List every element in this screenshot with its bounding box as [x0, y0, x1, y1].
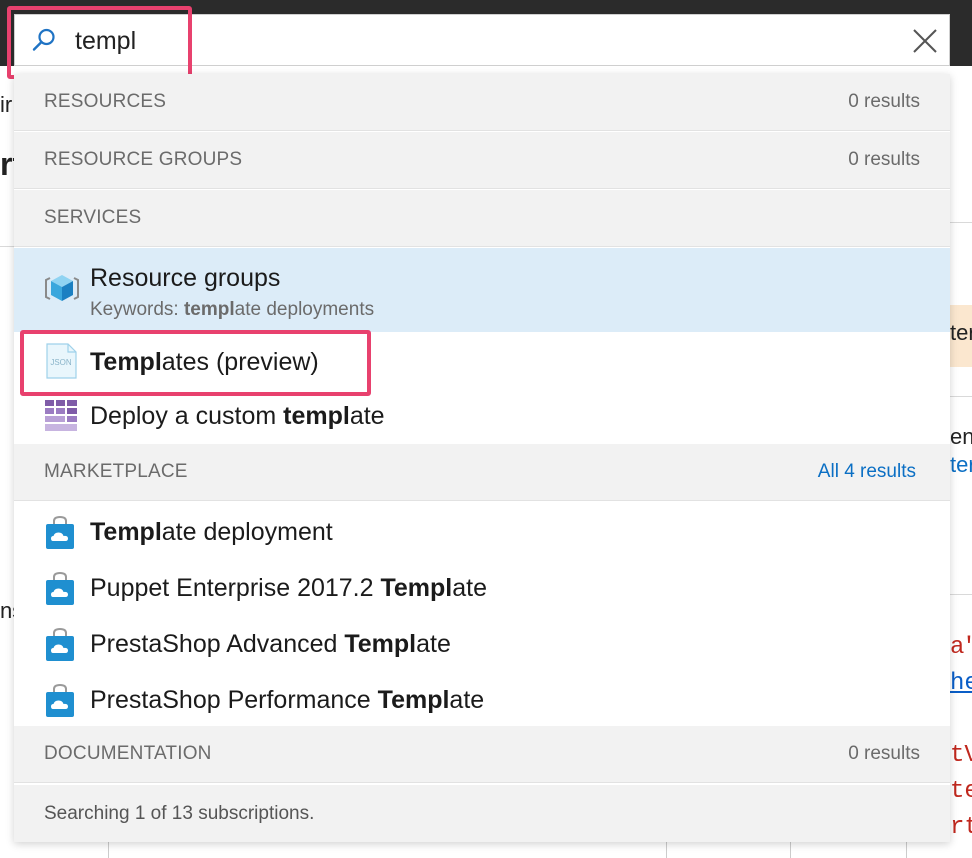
keywords-suffix: ate deployments	[234, 299, 375, 320]
label-match: Templ	[377, 686, 450, 714]
label-match: Templ	[344, 630, 417, 658]
code-fragment: te	[950, 778, 972, 805]
search-results-dropdown: RESOURCES 0 results RESOURCE GROUPS 0 re…	[14, 74, 950, 842]
label-prefix: Puppet Enterprise 2017.2	[90, 574, 381, 602]
marketplace-item[interactable]: Puppet Enterprise 2017.2 Template	[14, 560, 950, 616]
item-label: PrestaShop Performance Template	[90, 686, 484, 715]
background-heading-fragment: rt	[0, 146, 14, 182]
search-status-footer: Searching 1 of 13 subscriptions.	[14, 785, 950, 842]
background-divider	[666, 842, 667, 858]
section-resources: RESOURCES 0 results	[14, 74, 950, 131]
label-suffix: ate	[449, 686, 485, 714]
section-resource-groups: RESOURCE GROUPS 0 results	[14, 132, 950, 189]
close-icon[interactable]	[911, 27, 939, 55]
background-divider	[950, 594, 972, 595]
label-suffix: ate	[452, 574, 488, 602]
label-match: templ	[283, 402, 350, 430]
background-text-fragment: ter	[950, 320, 972, 345]
background-divider	[108, 842, 109, 858]
marketplace-bag-icon	[46, 572, 74, 605]
keywords-match: templ	[183, 299, 235, 320]
label-prefix: PrestaShop Performance	[90, 686, 378, 714]
section-title: RESOURCE GROUPS	[44, 149, 243, 170]
resource-group-cube-icon	[45, 275, 79, 301]
service-item-resource-groups[interactable]: Resource groups Keywords: template deplo…	[14, 248, 950, 332]
service-item-deploy-custom-template[interactable]: Deploy a custom template	[14, 390, 950, 444]
label-prefix: Deploy a custom	[90, 402, 284, 430]
background-text-fragment: en	[950, 424, 972, 449]
section-title: MARKETPLACE	[44, 461, 188, 482]
label-match: Templ	[380, 574, 453, 602]
section-title: SERVICES	[44, 207, 142, 228]
section-documentation: DOCUMENTATION 0 results	[14, 726, 950, 783]
templates-highlight-annotation	[20, 330, 371, 396]
result-count: 0 results	[848, 149, 920, 170]
custom-template-grid-icon	[45, 400, 77, 431]
label-suffix: ate	[416, 630, 451, 658]
background-divider	[906, 842, 907, 858]
section-title: RESOURCES	[44, 91, 167, 112]
marketplace-item[interactable]: PrestaShop Advanced Template	[14, 616, 950, 672]
marketplace-bag-icon	[46, 516, 74, 549]
label-match: Templ	[90, 518, 162, 546]
background-divider	[950, 396, 972, 397]
label-prefix: PrestaShop Advanced	[90, 630, 345, 658]
code-link-fragment: he	[950, 670, 972, 697]
item-label: Template deployment	[90, 518, 333, 547]
item-label: Deploy a custom template	[90, 402, 385, 431]
background-divider	[790, 842, 791, 858]
section-services: SERVICES	[14, 190, 950, 247]
item-label: Resource groups	[90, 264, 281, 292]
background-divider	[0, 246, 14, 247]
background-divider	[950, 222, 972, 223]
background-link-fragment: ter	[950, 452, 972, 477]
all-results-link[interactable]: All 4 results	[818, 461, 916, 483]
code-fragment: rt	[950, 814, 972, 841]
item-label: Puppet Enterprise 2017.2 Template	[90, 574, 487, 603]
background-text-fragment: ns	[0, 598, 14, 623]
code-fragment: tV	[950, 742, 972, 769]
label-suffix: ate	[349, 402, 385, 430]
section-title: DOCUMENTATION	[44, 743, 212, 764]
marketplace-bag-icon	[46, 684, 74, 717]
marketplace-item[interactable]: PrestaShop Performance Template	[14, 672, 950, 728]
subscription-search-status: Searching 1 of 13 subscriptions.	[44, 803, 315, 824]
label-suffix: ate deployment	[161, 518, 333, 546]
item-keywords: Keywords: template deployments	[90, 299, 374, 321]
item-label: PrestaShop Advanced Template	[90, 630, 451, 659]
marketplace-item[interactable]: Template deployment	[14, 504, 950, 560]
result-count: 0 results	[848, 743, 920, 764]
section-marketplace: MARKETPLACE All 4 results	[14, 444, 950, 501]
search-highlight-annotation	[7, 6, 192, 79]
code-fragment: a"	[950, 634, 972, 661]
result-count: 0 results	[848, 91, 920, 112]
background-text-fragment: ir	[0, 92, 13, 117]
marketplace-bag-icon	[46, 628, 74, 661]
keywords-prefix: Keywords:	[90, 299, 184, 320]
